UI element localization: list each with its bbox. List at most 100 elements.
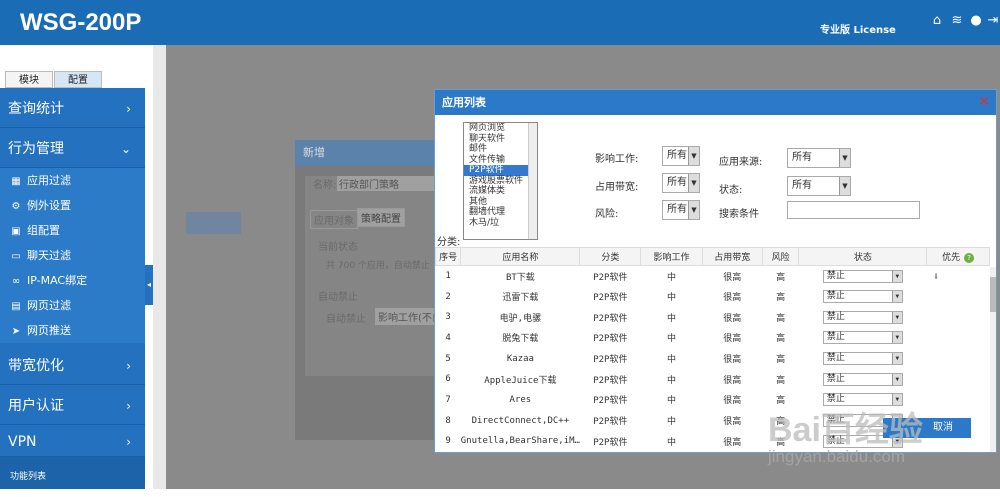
gutter bbox=[153, 45, 166, 489]
col-bandwidth[interactable]: 占用带宽 bbox=[701, 247, 763, 266]
col-app-name[interactable]: 应用名称 bbox=[460, 247, 581, 266]
chevron-down-icon: ▼ bbox=[891, 373, 902, 385]
col-status[interactable]: 状态 bbox=[798, 247, 928, 266]
tab-config[interactable]: 配置 bbox=[54, 71, 102, 88]
sidebar-item-label: 聊天过滤 bbox=[27, 249, 71, 262]
nav-bandwidth[interactable]: 带宽优化 › bbox=[0, 347, 145, 385]
category-option[interactable]: 文件传输 bbox=[464, 155, 537, 166]
modal-title: 应用列表 bbox=[435, 90, 996, 115]
chevron-down-icon: ⌄ bbox=[120, 142, 131, 156]
col-priority[interactable]: 优先? bbox=[926, 247, 990, 266]
wifi-icon[interactable]: ≋ bbox=[950, 14, 964, 28]
chevron-right-icon: › bbox=[126, 399, 131, 413]
col-category[interactable]: 分类 bbox=[579, 247, 642, 266]
sidebar-item-exceptions[interactable]: ⚙ 例外设置 bbox=[0, 193, 145, 218]
table-row[interactable]: 6 AppleJuice下载 P2P软件中很高高 禁止 ▼ bbox=[436, 369, 990, 390]
sidebar-item-label: IP-MAC绑定 bbox=[27, 274, 88, 287]
close-icon[interactable]: ✕ bbox=[978, 94, 990, 110]
category-option-selected[interactable]: P2P软件 bbox=[464, 165, 537, 176]
table-row[interactable]: 3 电驴,电骡 P2P软件中很高高 禁止 ▼ bbox=[436, 307, 990, 328]
chat-icon: ▭ bbox=[11, 251, 21, 262]
chevron-down-icon: ▼ bbox=[839, 177, 850, 195]
table-row[interactable]: 2 迅雷下载 P2P软件中很高高 禁止 ▼ bbox=[436, 286, 990, 307]
col-work-impact[interactable]: 影响工作 bbox=[640, 247, 703, 266]
table-row[interactable]: 5 Kazaa P2P软件中很高高 禁止 ▼ bbox=[436, 348, 990, 369]
scrollbar-thumb[interactable] bbox=[990, 277, 996, 312]
move-down-icon[interactable]: ⬇ bbox=[933, 270, 940, 283]
col-risk[interactable]: 风险 bbox=[761, 247, 800, 266]
risk-select[interactable]: 所有 ▼ bbox=[662, 200, 700, 220]
col-no[interactable]: 序号 bbox=[435, 247, 462, 266]
chevron-down-icon: ▼ bbox=[891, 291, 902, 303]
product-logo: WSG-200P bbox=[20, 9, 142, 36]
category-option[interactable]: 游戏股票软件 bbox=[464, 176, 537, 187]
help-icon[interactable]: ? bbox=[964, 253, 975, 263]
logout-icon[interactable]: ⇥ bbox=[986, 14, 1000, 28]
risk-label: 风险: bbox=[595, 209, 619, 220]
status-select[interactable]: 所有 ▼ bbox=[787, 176, 851, 196]
collapse-sidebar-handle[interactable]: ◂ bbox=[145, 265, 153, 305]
sidebar-item-app-filter[interactable]: ▦ 应用过滤 bbox=[0, 168, 145, 193]
category-scrollbar[interactable] bbox=[528, 123, 537, 239]
tab-modules[interactable]: 模块 bbox=[5, 71, 53, 88]
section-current-status: 当前状态 bbox=[318, 242, 358, 253]
top-bar: WSG-200P 专业版 License ⌂ ≋ ● ⇥ bbox=[0, 0, 1000, 45]
sidebar-item-web-push[interactable]: ➤ 网页推送 bbox=[0, 318, 145, 343]
category-option[interactable]: 其他 bbox=[464, 197, 537, 208]
nav-label: 用户认证 bbox=[8, 398, 64, 414]
page-icon: ▤ bbox=[11, 301, 21, 312]
sidebar-item-label: 网页推送 bbox=[27, 324, 71, 337]
status-select[interactable]: 禁止▼ bbox=[822, 331, 903, 345]
home-icon[interactable]: ⌂ bbox=[930, 14, 944, 28]
new-policy-dialog: 新增 名称: 行政部门策略 应用对象 策略配置 当前状态 共 700 个应用，自… bbox=[295, 140, 445, 440]
sidebar-item-label: 网页过滤 bbox=[27, 299, 71, 312]
user-icon[interactable]: ● bbox=[969, 14, 983, 28]
status-select[interactable]: 禁止▼ bbox=[822, 372, 903, 386]
nav-label: 行为管理 bbox=[8, 141, 64, 157]
sidebar-item-label: 例外设置 bbox=[27, 199, 71, 212]
nav-user-auth[interactable]: 用户认证 › bbox=[0, 387, 145, 425]
grid-icon: ▦ bbox=[11, 176, 21, 187]
category-option[interactable]: 聊天软件 bbox=[464, 134, 537, 145]
category-listbox[interactable]: 网页浏览 聊天软件 邮件 文件传输 P2P软件 游戏股票软件 流媒体类 其他 翻… bbox=[463, 122, 538, 240]
table-row[interactable]: 4 脱兔下载 P2P软件中很高高 禁止 ▼ bbox=[436, 328, 990, 349]
sidebar-item-group-config[interactable]: ▣ 组配置 bbox=[0, 218, 145, 243]
send-icon: ➤ bbox=[11, 326, 21, 337]
chevron-right-icon: › bbox=[126, 102, 131, 116]
category-option[interactable]: 邮件 bbox=[464, 144, 537, 155]
nav-query-stats[interactable]: 查询统计 › bbox=[0, 90, 145, 128]
baidu-watermark: Bai百经验 bbox=[768, 411, 923, 449]
status-select[interactable]: 禁止▼ bbox=[822, 269, 903, 283]
search-input[interactable] bbox=[787, 201, 920, 219]
chevron-down-icon: ▼ bbox=[891, 332, 902, 344]
baidu-watermark-url: jingyan.baidu.com bbox=[768, 447, 906, 466]
chevron-down-icon: ▼ bbox=[839, 149, 850, 167]
status-select[interactable]: 禁止▼ bbox=[822, 352, 903, 366]
sidebar-item-web-filter[interactable]: ▤ 网页过滤 bbox=[0, 293, 145, 318]
chevron-down-icon: ▼ bbox=[688, 147, 699, 165]
status-select[interactable]: 禁止▼ bbox=[822, 310, 903, 324]
work-impact-select[interactable]: 所有 ▼ bbox=[662, 146, 700, 166]
bandwidth-select[interactable]: 所有 ▼ bbox=[662, 173, 700, 193]
sidebar: 模块 配置 查询统计 › 行为管理 ⌄ ▦ 应用过滤 ⚙ 例外设置 ▣ 组配置 ▭ 聊天过滤… bbox=[0, 45, 145, 489]
sidebar-item-ip-mac[interactable]: ∞ IP-MAC绑定 bbox=[0, 268, 145, 293]
sidebar-item-chat-filter[interactable]: ▭ 聊天过滤 bbox=[0, 243, 145, 268]
table-scrollbar[interactable] bbox=[990, 267, 996, 452]
category-option[interactable]: 翻墙代理 bbox=[464, 207, 537, 218]
nav-behavior-mgmt[interactable]: 行为管理 ⌄ bbox=[0, 130, 145, 168]
category-option[interactable]: 流媒体类 bbox=[464, 186, 537, 197]
status-select[interactable]: 禁止▼ bbox=[822, 290, 903, 304]
app-list-modal: 应用列表 ✕ 分类: 网页浏览 聊天软件 邮件 文件传输 P2P软件 游戏股票软… bbox=[434, 89, 997, 453]
nav-label: 带宽优化 bbox=[8, 358, 64, 374]
app-source-select[interactable]: 所有 ▼ bbox=[787, 148, 851, 168]
category-option[interactable]: 网页浏览 bbox=[464, 123, 537, 134]
section-auto-block: 自动禁止 bbox=[318, 292, 358, 303]
table-row[interactable]: 1 BT下载 P2P软件中很高高 禁止 ▼ ⬇ bbox=[436, 266, 990, 287]
chevron-down-icon: ▼ bbox=[891, 353, 902, 365]
category-option[interactable]: 木马/垃 bbox=[464, 218, 537, 229]
chevron-down-icon: ▼ bbox=[688, 174, 699, 192]
bg-button bbox=[186, 212, 241, 234]
nav-vpn[interactable]: VPN › bbox=[0, 427, 145, 457]
link-icon: ∞ bbox=[11, 276, 21, 287]
sidebar-item-label: 组配置 bbox=[27, 224, 60, 237]
